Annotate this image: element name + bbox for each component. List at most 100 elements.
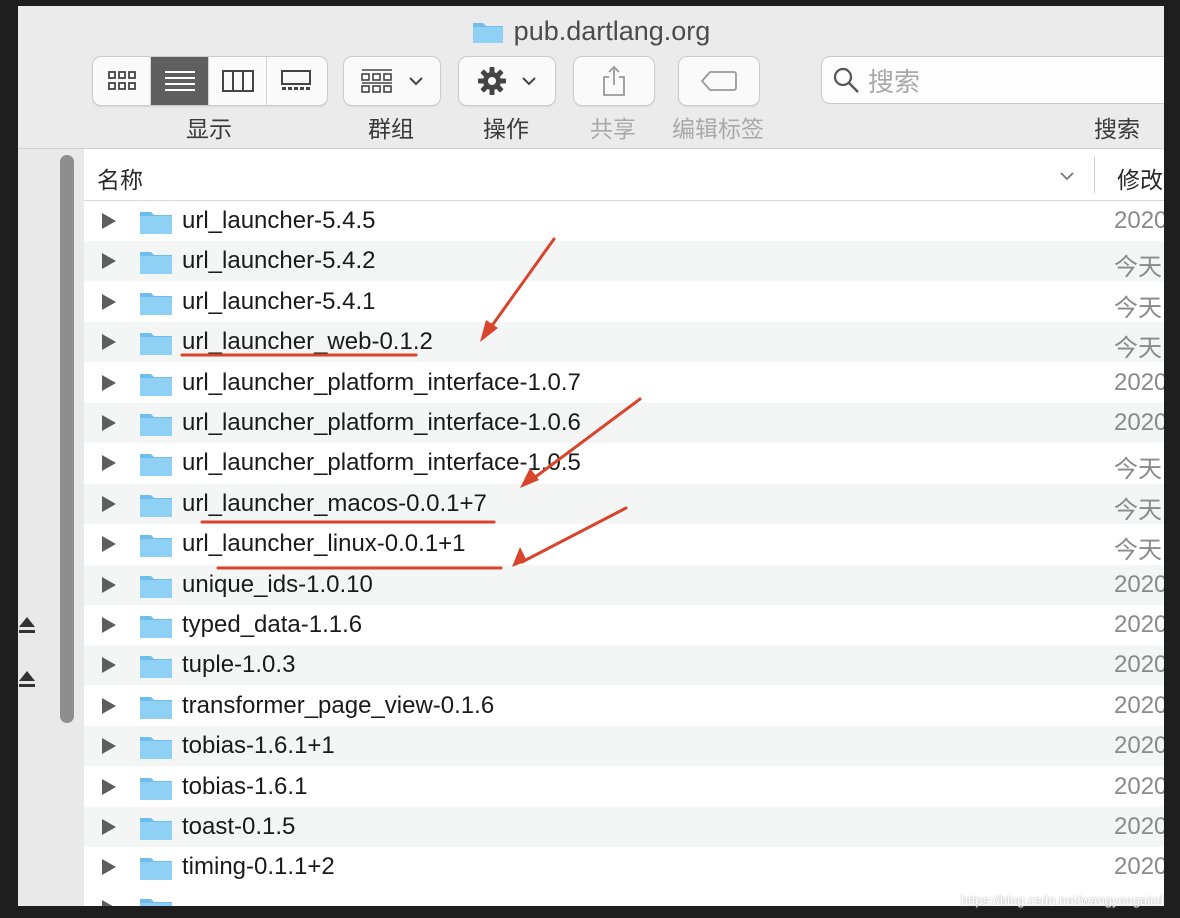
gear-icon bbox=[478, 67, 506, 95]
disclosure-triangle-icon[interactable] bbox=[102, 334, 116, 351]
file-date-modified: 今天 bbox=[1114, 496, 1162, 524]
disclosure-triangle-icon[interactable] bbox=[102, 859, 116, 876]
table-row[interactable]: url_launcher_platform_interface-1.0.7 202… bbox=[84, 363, 1164, 403]
file-date-modified: 今天 bbox=[1114, 537, 1162, 565]
file-name: url_launcher_linux-0.0.1+1 bbox=[182, 530, 466, 558]
table-row[interactable]: tobias-1.6.1 2020 bbox=[84, 767, 1164, 807]
file-name: tobias-1.6.1+1 bbox=[182, 732, 335, 760]
disclosure-triangle-icon[interactable] bbox=[102, 697, 116, 714]
action-label: 操作 bbox=[483, 116, 529, 142]
disclosure-triangle-icon[interactable] bbox=[102, 576, 116, 593]
folder-icon bbox=[140, 858, 172, 881]
disclosure-triangle-icon[interactable] bbox=[102, 778, 116, 795]
disclosure-triangle-icon[interactable] bbox=[102, 819, 116, 835]
disclosure-triangle-icon[interactable] bbox=[102, 455, 116, 472]
folder-icon bbox=[140, 212, 172, 234]
table-row[interactable]: url_launcher_linux-0.0.1+1 今天 bbox=[84, 524, 1164, 564]
file-date-modified: 2020 bbox=[1114, 853, 1164, 881]
table-row[interactable]: url_launcher-5.4.5 2020 bbox=[84, 201, 1164, 241]
eject-icon[interactable] bbox=[18, 615, 36, 635]
file-list: 名称 修改 url_launcher-5.4.5 2020 url_launcher… bbox=[84, 149, 1164, 906]
tag-icon bbox=[701, 71, 737, 91]
folder-icon bbox=[140, 494, 172, 517]
list-header: 名称 修改 bbox=[84, 149, 1164, 201]
table-row[interactable]: url_launcher_macos-0.0.1+7 今天 bbox=[84, 483, 1164, 524]
disclosure-triangle-icon[interactable] bbox=[102, 253, 116, 270]
folder-icon bbox=[140, 696, 172, 719]
group-button[interactable] bbox=[343, 56, 441, 106]
file-date-modified: 2020 bbox=[1114, 651, 1164, 679]
disclosure-triangle-icon[interactable] bbox=[102, 415, 116, 431]
toolbar: pub.dartlang.org 显示 群组 操作 共享 编辑标签 搜索 搜索 bbox=[18, 6, 1164, 149]
column-divider[interactable] bbox=[1094, 157, 1095, 193]
table-row[interactable]: tuple-1.0.3 2020 bbox=[84, 645, 1164, 686]
disclosure-triangle-icon[interactable] bbox=[102, 899, 116, 906]
file-date-modified: 2020 bbox=[1114, 207, 1164, 234]
edit-tags-button[interactable] bbox=[678, 56, 760, 106]
window-title: pub.dartlang.org bbox=[513, 16, 711, 46]
table-row[interactable]: url_launcher_platform_interface-1.0.5 今天 bbox=[84, 443, 1164, 483]
file-name: url_launcher_macos-0.0.1+7 bbox=[182, 489, 487, 517]
search-placeholder: 搜索 bbox=[868, 66, 921, 97]
file-name: toast-0.1.5 bbox=[182, 813, 296, 840]
icon-view-button[interactable] bbox=[93, 57, 151, 105]
table-row[interactable]: url_launcher_web-0.1.2 今天 bbox=[84, 322, 1164, 363]
folder-icon bbox=[140, 333, 172, 356]
action-button[interactable] bbox=[458, 56, 556, 106]
search-input[interactable]: 搜索 bbox=[821, 56, 1164, 104]
file-date-modified: 2020 bbox=[1114, 611, 1164, 638]
table-row[interactable]: transformer_page_view-0.1.6 2020 bbox=[84, 686, 1164, 726]
table-row[interactable]: unique_ids-1.0.10 2020 bbox=[84, 564, 1164, 605]
file-date-modified: 今天 bbox=[1114, 456, 1162, 484]
file-name: unique_ids-1.0.10 bbox=[182, 570, 373, 598]
disclosure-triangle-icon[interactable] bbox=[102, 738, 116, 755]
sidebar-scrollbar[interactable] bbox=[60, 155, 74, 723]
file-date-modified: 2020 bbox=[1114, 772, 1164, 800]
disclosure-triangle-icon[interactable] bbox=[102, 657, 116, 674]
file-date-modified: 2020 bbox=[1114, 732, 1164, 760]
edit-tags-label: 编辑标签 bbox=[672, 116, 764, 142]
table-row[interactable]: tobias-1.6.1+1 2020 bbox=[84, 726, 1164, 767]
window-title-bar: pub.dartlang.org bbox=[18, 16, 1164, 47]
disclosure-triangle-icon[interactable] bbox=[102, 374, 116, 391]
gallery-view-button[interactable] bbox=[267, 57, 325, 105]
disclosure-triangle-icon[interactable] bbox=[102, 617, 116, 633]
eject-icon[interactable] bbox=[18, 669, 36, 689]
folder-icon bbox=[140, 252, 172, 275]
table-row[interactable]: toast-0.1.5 2020 bbox=[84, 807, 1164, 847]
disclosure-triangle-icon[interactable] bbox=[102, 293, 116, 310]
list-view-button[interactable] bbox=[151, 57, 209, 105]
disclosure-triangle-icon[interactable] bbox=[102, 495, 116, 512]
file-date-modified: 2020 bbox=[1114, 813, 1164, 840]
table-row[interactable]: url_launcher-5.4.1 今天 bbox=[84, 282, 1164, 322]
table-row[interactable]: timing-0.1.1+2 2020 bbox=[84, 847, 1164, 887]
group-label: 群组 bbox=[368, 116, 414, 142]
file-name: url_launcher_web-0.1.2 bbox=[182, 328, 433, 356]
gallery-icon bbox=[281, 70, 311, 90]
watermark-text: https://blog.csdn.net/wangyongaicd bbox=[960, 893, 1164, 908]
disclosure-triangle-icon[interactable] bbox=[102, 536, 116, 553]
file-date-modified: 今天 bbox=[1114, 335, 1162, 363]
column-header-name[interactable]: 名称 bbox=[97, 161, 143, 195]
table-row[interactable]: typed_data-1.1.6 2020 bbox=[84, 605, 1164, 645]
file-name: url_launcher-5.4.1 bbox=[182, 287, 376, 315]
table-row[interactable]: url_launcher_platform_interface-1.0.6 202… bbox=[84, 403, 1164, 443]
disclosure-triangle-icon[interactable] bbox=[102, 213, 116, 229]
file-date-modified: 今天 bbox=[1114, 294, 1162, 322]
folder-icon bbox=[140, 414, 172, 436]
folder-icon bbox=[140, 656, 172, 679]
file-date-modified: 2020 bbox=[1114, 409, 1164, 436]
file-name: url_launcher_platform_interface-1.0.5 bbox=[182, 449, 581, 477]
folder-icon bbox=[140, 575, 172, 598]
columns-icon bbox=[221, 70, 254, 92]
column-header-modified[interactable]: 修改 bbox=[1117, 161, 1163, 195]
file-name: url_launcher_platform_interface-1.0.7 bbox=[182, 368, 581, 396]
sort-chevron-down-icon[interactable] bbox=[1056, 165, 1078, 187]
icon-grid-icon bbox=[107, 71, 136, 90]
column-view-button[interactable] bbox=[209, 57, 267, 105]
file-date-modified: 2020 bbox=[1114, 691, 1164, 719]
group-icon bbox=[361, 69, 392, 93]
file-name: typed_data-1.1.6 bbox=[182, 611, 363, 638]
share-button[interactable] bbox=[573, 56, 655, 106]
table-row[interactable]: url_launcher-5.4.2 今天 bbox=[84, 241, 1164, 282]
